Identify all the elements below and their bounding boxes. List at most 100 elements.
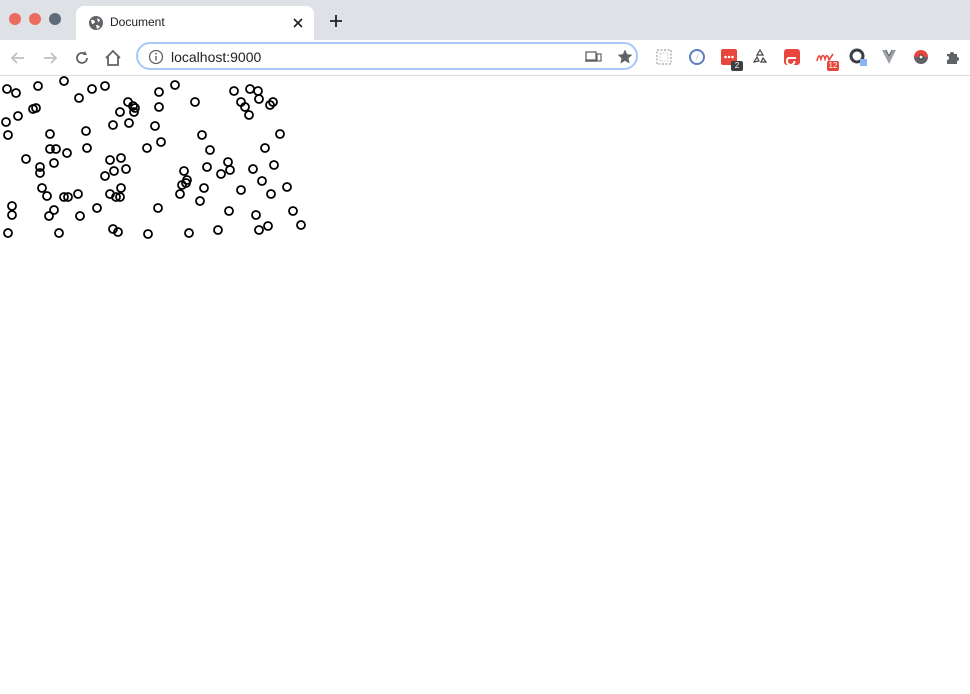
v-icon[interactable]	[879, 47, 899, 67]
extension-badge: 2	[731, 61, 743, 71]
circle-mark	[108, 120, 118, 130]
circle-mark	[116, 153, 126, 163]
ring-icon[interactable]	[848, 47, 868, 67]
circle-mark	[54, 228, 64, 238]
circle-mark	[154, 87, 164, 97]
circle-mark	[248, 164, 258, 174]
circle-mark	[236, 185, 246, 195]
circle-mark	[87, 84, 97, 94]
circle-mark	[195, 196, 205, 206]
home-icon[interactable]	[103, 48, 123, 68]
circle-mark	[205, 145, 215, 155]
circle-mark	[121, 164, 131, 174]
circle-mark	[100, 171, 110, 181]
cast-icon[interactable]	[584, 49, 602, 65]
circle-mark	[190, 97, 200, 107]
circle-mark	[116, 183, 126, 193]
circle-mark	[197, 130, 207, 140]
circle-mark	[229, 86, 239, 96]
circles-canvas	[1, 76, 306, 239]
circle-mark	[275, 129, 285, 139]
circle-mark	[170, 80, 180, 90]
m-icon[interactable]: 12	[815, 47, 839, 71]
circle-mark	[13, 111, 23, 121]
circle-mark	[199, 183, 209, 193]
circle-mark	[253, 86, 263, 96]
circle-mark	[45, 129, 55, 139]
address-bar[interactable]: localhost:9000	[136, 42, 638, 70]
circle-mark	[202, 162, 212, 172]
circle-mark	[153, 203, 163, 213]
circle-mark	[156, 137, 166, 147]
reload-icon[interactable]	[72, 48, 92, 68]
circle-mark	[179, 166, 189, 176]
page-viewport	[0, 76, 970, 694]
circle-mark	[7, 201, 17, 211]
circle-mark	[142, 143, 152, 153]
circle-mark	[105, 155, 115, 165]
puzzle-icon[interactable]	[943, 47, 963, 67]
arrow-right-icon[interactable]	[40, 48, 60, 68]
circle-mark	[245, 84, 255, 94]
arrow-left-icon[interactable]	[8, 48, 28, 68]
circle-mark	[244, 110, 254, 120]
circle-mark	[92, 203, 102, 213]
circle-mark	[260, 143, 270, 153]
url-text[interactable]: localhost:9000	[171, 49, 261, 65]
info-icon[interactable]	[148, 49, 164, 65]
circle-mark	[1, 117, 11, 127]
circle-mark	[150, 121, 160, 131]
circle-mark	[37, 183, 47, 193]
circle-mark	[254, 94, 264, 104]
circle-mark	[266, 189, 276, 199]
window-maximize-button[interactable]	[49, 13, 61, 25]
circle-mark	[184, 228, 194, 238]
circle-mark	[282, 182, 292, 192]
close-icon[interactable]	[290, 15, 306, 31]
circle-mark	[296, 220, 306, 230]
circle-mark	[254, 225, 264, 235]
circle-mark	[115, 107, 125, 117]
browser-toolbar: localhost:9000 2 12	[0, 40, 970, 76]
circle-mark	[62, 148, 72, 158]
circle-mark	[73, 189, 83, 199]
red-menu-icon[interactable]: 2	[719, 47, 743, 71]
window-minimize-button[interactable]	[29, 13, 41, 25]
circle-mark	[257, 176, 267, 186]
circle-mark	[49, 205, 59, 215]
compass-icon[interactable]	[687, 47, 707, 67]
circle-mark	[213, 225, 223, 235]
circle-mark	[82, 143, 92, 153]
circle-mark	[251, 210, 261, 220]
star-icon[interactable]	[616, 48, 634, 66]
recycle-icon[interactable]	[750, 47, 770, 67]
globe-icon	[88, 15, 104, 31]
circle-mark	[288, 206, 298, 216]
dotted-square-icon[interactable]	[654, 47, 674, 67]
circle-mark	[42, 191, 52, 201]
window-close-button[interactable]	[9, 13, 21, 25]
circle-mark	[7, 210, 17, 220]
circle-mark	[109, 166, 119, 176]
circle-mark	[154, 102, 164, 112]
circle-mark	[2, 84, 12, 94]
new-tab-button[interactable]	[327, 12, 345, 30]
circle-mark	[49, 158, 59, 168]
circle-mark	[11, 88, 21, 98]
circle-mark	[100, 81, 110, 91]
circle-mark	[263, 221, 273, 231]
circle-mark	[225, 165, 235, 175]
circle-mark	[216, 169, 226, 179]
e-icon[interactable]	[782, 47, 802, 67]
circle-mark	[143, 229, 153, 239]
circle-mark	[223, 157, 233, 167]
tab-document[interactable]: Document	[76, 6, 314, 40]
circle-mark	[74, 93, 84, 103]
circle-mark	[3, 130, 13, 140]
circle-mark	[124, 118, 134, 128]
circle-mark	[269, 160, 279, 170]
tab-strip: Document	[0, 0, 970, 40]
circle-mark	[3, 228, 13, 238]
extension-badge: 12	[827, 61, 839, 71]
pokeball-icon[interactable]	[911, 47, 931, 67]
